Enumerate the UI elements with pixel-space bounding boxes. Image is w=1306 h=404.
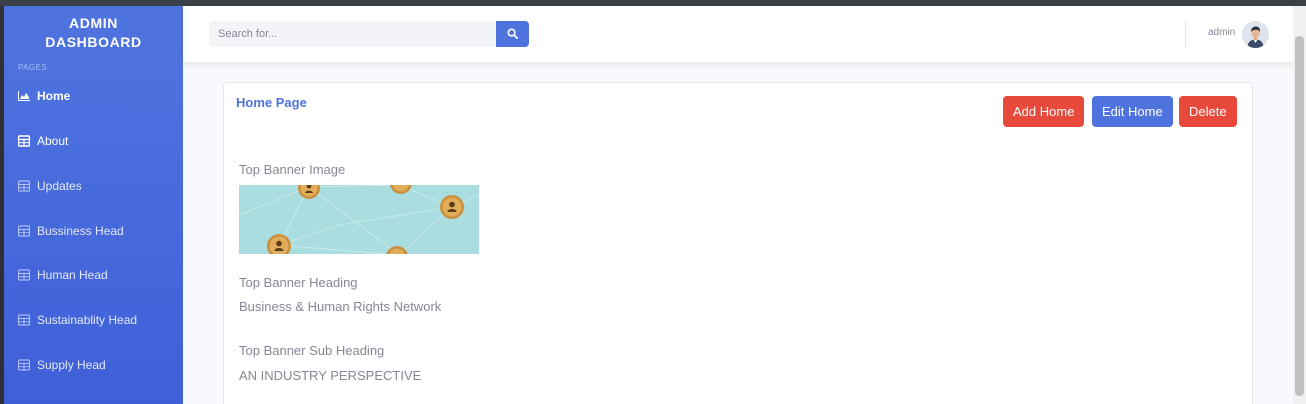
topbar-divider xyxy=(1185,19,1186,49)
search-group xyxy=(209,21,529,47)
sidebar-item-label: About xyxy=(37,134,69,148)
avatar[interactable] xyxy=(1242,21,1269,48)
table-icon xyxy=(18,180,30,192)
sidebar-item-sustainablity-head[interactable]: Sustainablity Head xyxy=(18,310,137,330)
sidebar-item-about[interactable]: About xyxy=(18,131,68,151)
sidebar-item-label: Human Head xyxy=(37,268,108,282)
chart-area-icon xyxy=(18,90,30,102)
sidebar: ADMIN DASHBOARD PAGES Home About Updates… xyxy=(0,6,183,404)
table-icon xyxy=(18,225,30,237)
sidebar-item-supply-head[interactable]: Supply Head xyxy=(18,355,106,375)
table-icon xyxy=(18,314,30,326)
add-home-button[interactable]: Add Home xyxy=(1003,96,1085,127)
banner-heading-value: Business & Human Rights Network xyxy=(239,299,442,314)
delete-button[interactable]: Delete xyxy=(1179,96,1237,127)
brand-line-2: DASHBOARD xyxy=(45,34,142,50)
edit-home-button[interactable]: Edit Home xyxy=(1092,96,1173,127)
topbar: admin xyxy=(183,6,1293,62)
sidebar-item-label: Updates xyxy=(37,179,82,193)
home-page-card: Home Page Add Home Edit Home Delete Top … xyxy=(223,82,1253,404)
banner-subheading-label: Top Banner Sub Heading xyxy=(239,343,385,358)
user-name[interactable]: admin xyxy=(1208,27,1235,38)
sidebar-item-bussiness-head[interactable]: Bussiness Head xyxy=(18,221,124,241)
table-icon xyxy=(18,359,30,371)
banner-subheading-value: AN INDUSTRY PERSPECTIVE xyxy=(239,368,422,383)
sidebar-item-label: Bussiness Head xyxy=(37,224,124,238)
scrollbar-thumb[interactable] xyxy=(1295,36,1304,396)
banner-heading-label: Top Banner Heading xyxy=(239,275,358,290)
table-icon xyxy=(18,135,30,147)
sidebar-section-label: PAGES xyxy=(18,63,47,72)
brand-line-1: ADMIN xyxy=(69,15,118,31)
sidebar-item-label: Sustainablity Head xyxy=(37,313,138,327)
sidebar-item-human-head[interactable]: Human Head xyxy=(18,265,108,285)
sidebar-item-label: Home xyxy=(37,89,71,103)
card-title: Home Page xyxy=(236,95,307,110)
sidebar-item-home[interactable]: Home xyxy=(18,86,70,106)
search-button[interactable] xyxy=(496,21,529,47)
sidebar-item-updates[interactable]: Updates xyxy=(18,176,82,196)
search-input[interactable] xyxy=(209,21,496,47)
table-icon xyxy=(18,269,30,281)
banner-image-label: Top Banner Image xyxy=(239,162,346,177)
top-banner-image xyxy=(239,185,479,254)
search-icon xyxy=(507,27,518,42)
brand-title[interactable]: ADMIN DASHBOARD xyxy=(4,14,183,52)
page-scrollbar[interactable] xyxy=(1293,6,1306,404)
sidebar-item-label: Supply Head xyxy=(37,358,106,372)
